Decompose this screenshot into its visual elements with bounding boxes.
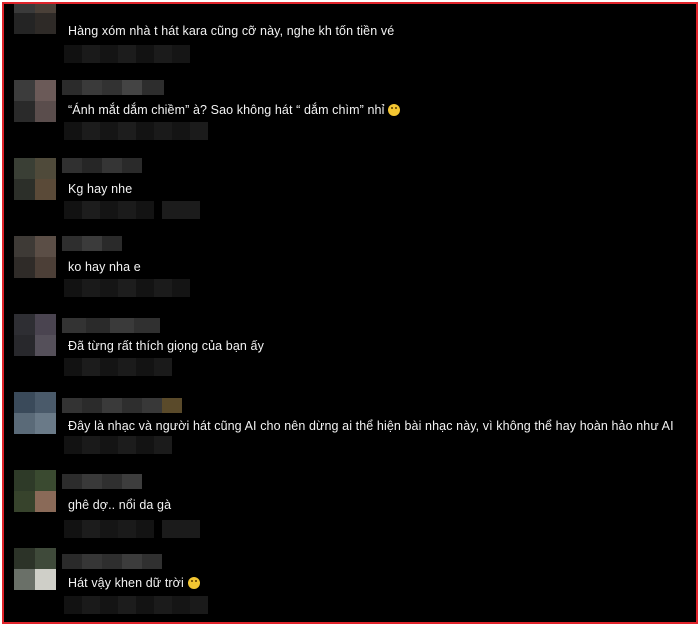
comment-item: Hàng xóm nhà t hát kara cũng cỡ này, ngh… (4, 4, 696, 63)
comment-text: Đây là nhạc và người hát cũng AI cho nên… (68, 419, 674, 433)
blurred-avatar[interactable] (14, 236, 56, 278)
comment-section-frame: Hàng xóm nhà t hát kara cũng cỡ này, ngh… (2, 2, 698, 624)
blurred-avatar[interactable] (14, 548, 56, 590)
comment-text: ko hay nha e (68, 260, 141, 274)
comment-item: Hát vậy khen dữ trời (4, 548, 696, 622)
comment-text: ghê dợ.. nổi da gà (68, 498, 172, 512)
blurred-avatar[interactable] (14, 4, 56, 34)
comment-item: Đây là nhạc và người hát cũng AI cho nên… (4, 392, 696, 470)
comment-item: “Ánh mắt dắm chiềm” à? Sao không hát “ d… (4, 80, 696, 158)
comment-text: “Ánh mắt dắm chiềm” à? Sao không hát “ d… (68, 102, 401, 118)
comment-text: Đã từng rất thích giọng của bạn ấy (68, 339, 264, 353)
comment-text: Hàng xóm nhà t hát kara cũng cỡ này, ngh… (68, 24, 395, 38)
grinning-emoji-icon (388, 104, 401, 116)
comment-text: Kg hay nhe (68, 182, 133, 196)
blurred-avatar[interactable] (14, 392, 56, 434)
blurred-avatar[interactable] (14, 470, 56, 512)
comment-item: ghê dợ.. nổi da gà (4, 470, 696, 548)
comment-text: Hát vậy khen dữ trời (68, 575, 200, 591)
laughing-emoji-icon (187, 577, 200, 589)
blurred-avatar[interactable] (14, 158, 56, 200)
blurred-avatar[interactable] (14, 80, 56, 122)
comment-item: Kg hay nhe (4, 158, 696, 236)
comment-item: Đã từng rất thích giọng của bạn ấy (4, 314, 696, 392)
comment-item: ko hay nha e (4, 236, 696, 314)
blurred-avatar[interactable] (14, 314, 56, 356)
